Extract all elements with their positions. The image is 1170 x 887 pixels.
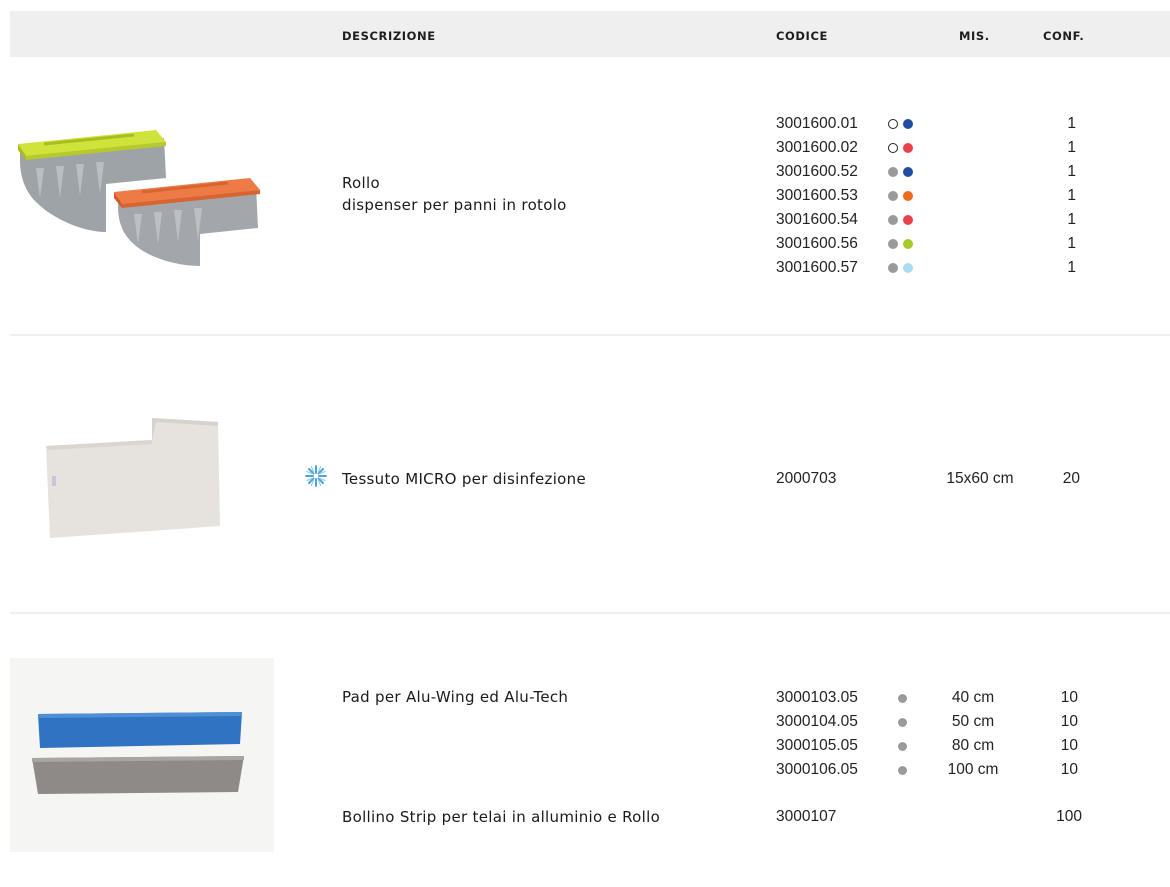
table-row-conf: 1 bbox=[1067, 187, 1076, 204]
color-dot-grey bbox=[888, 215, 898, 225]
color-dot-grey bbox=[898, 694, 907, 703]
table-header bbox=[10, 11, 1170, 57]
product-name-rollo: Rollo bbox=[342, 174, 380, 192]
table-row-code: 3001600.57 bbox=[776, 259, 858, 276]
table-row-conf: 1 bbox=[1067, 115, 1076, 132]
table-row-conf: 1 bbox=[1067, 235, 1076, 252]
product-name-bollino: Bollino Strip per telai in alluminio e R… bbox=[342, 808, 661, 826]
color-dot-light-blue bbox=[903, 263, 913, 273]
table-row-code: 3001600.52 bbox=[776, 163, 858, 180]
table-row-conf: 1 bbox=[1067, 139, 1076, 156]
table-row-conf: 1 bbox=[1067, 211, 1076, 228]
table-row-code: 3000106.05 bbox=[776, 761, 858, 778]
table-row-code: 3000107 bbox=[776, 808, 837, 825]
header-descrizione: DESCRIZIONE bbox=[342, 29, 436, 43]
table-row-mis: 80 cm bbox=[951, 737, 995, 754]
table-row-conf: 20 bbox=[1062, 470, 1080, 487]
color-dot-white bbox=[888, 143, 898, 153]
color-dot-blue bbox=[903, 167, 913, 177]
color-dot-blue bbox=[903, 119, 913, 129]
table-row-code: 3001600.54 bbox=[776, 211, 858, 228]
row-divider bbox=[10, 334, 1170, 336]
color-dot-grey bbox=[898, 742, 907, 751]
table-row-conf: 100 bbox=[1056, 808, 1082, 825]
header-mis: MIS. bbox=[959, 29, 990, 43]
table-row-conf: 10 bbox=[1060, 713, 1078, 730]
header-codice: CODICE bbox=[776, 29, 828, 43]
color-dot-grey bbox=[898, 718, 907, 727]
table-row-mis: 15x60 cm bbox=[946, 470, 1014, 487]
table-row-mis: 40 cm bbox=[951, 689, 995, 706]
color-dot-orange bbox=[903, 191, 913, 201]
table-row-conf: 10 bbox=[1060, 761, 1078, 778]
color-dot-red bbox=[903, 215, 913, 225]
snowflake-icon bbox=[305, 465, 327, 487]
color-dot-grey bbox=[888, 191, 898, 201]
color-dot-lime bbox=[903, 239, 913, 249]
table-row-mis: 100 cm bbox=[947, 761, 999, 778]
table-row-code: 3000105.05 bbox=[776, 737, 858, 754]
table-row-conf: 1 bbox=[1067, 259, 1076, 276]
tessuto-micro-image bbox=[40, 416, 225, 542]
rollo-dispenser-image bbox=[14, 120, 264, 270]
product-name-tessuto: Tessuto MICRO per disinfezione bbox=[342, 470, 586, 488]
color-dot-grey bbox=[888, 239, 898, 249]
color-dot-white bbox=[888, 119, 898, 129]
pad-image bbox=[10, 658, 274, 852]
color-dot-grey bbox=[888, 263, 898, 273]
color-dot-grey bbox=[888, 167, 898, 177]
color-dot-red bbox=[903, 143, 913, 153]
product-subtitle-rollo: dispenser per panni in rotolo bbox=[342, 196, 567, 214]
table-row-conf: 1 bbox=[1067, 163, 1076, 180]
table-row-code: 2000703 bbox=[776, 470, 837, 487]
table-row-code: 3001600.56 bbox=[776, 235, 858, 252]
table-row-code: 3001600.01 bbox=[776, 115, 858, 132]
color-dot-grey bbox=[898, 766, 907, 775]
table-row-code: 3001600.02 bbox=[776, 139, 858, 156]
table-row-code: 3000103.05 bbox=[776, 689, 858, 706]
table-row-code: 3001600.53 bbox=[776, 187, 858, 204]
product-name-pad: Pad per Alu-Wing ed Alu-Tech bbox=[342, 688, 569, 706]
table-row-conf: 10 bbox=[1060, 689, 1078, 706]
header-conf: CONF. bbox=[1043, 29, 1085, 43]
row-divider bbox=[10, 612, 1170, 614]
table-row-code: 3000104.05 bbox=[776, 713, 858, 730]
table-row-conf: 10 bbox=[1060, 737, 1078, 754]
table-row-mis: 50 cm bbox=[951, 713, 995, 730]
